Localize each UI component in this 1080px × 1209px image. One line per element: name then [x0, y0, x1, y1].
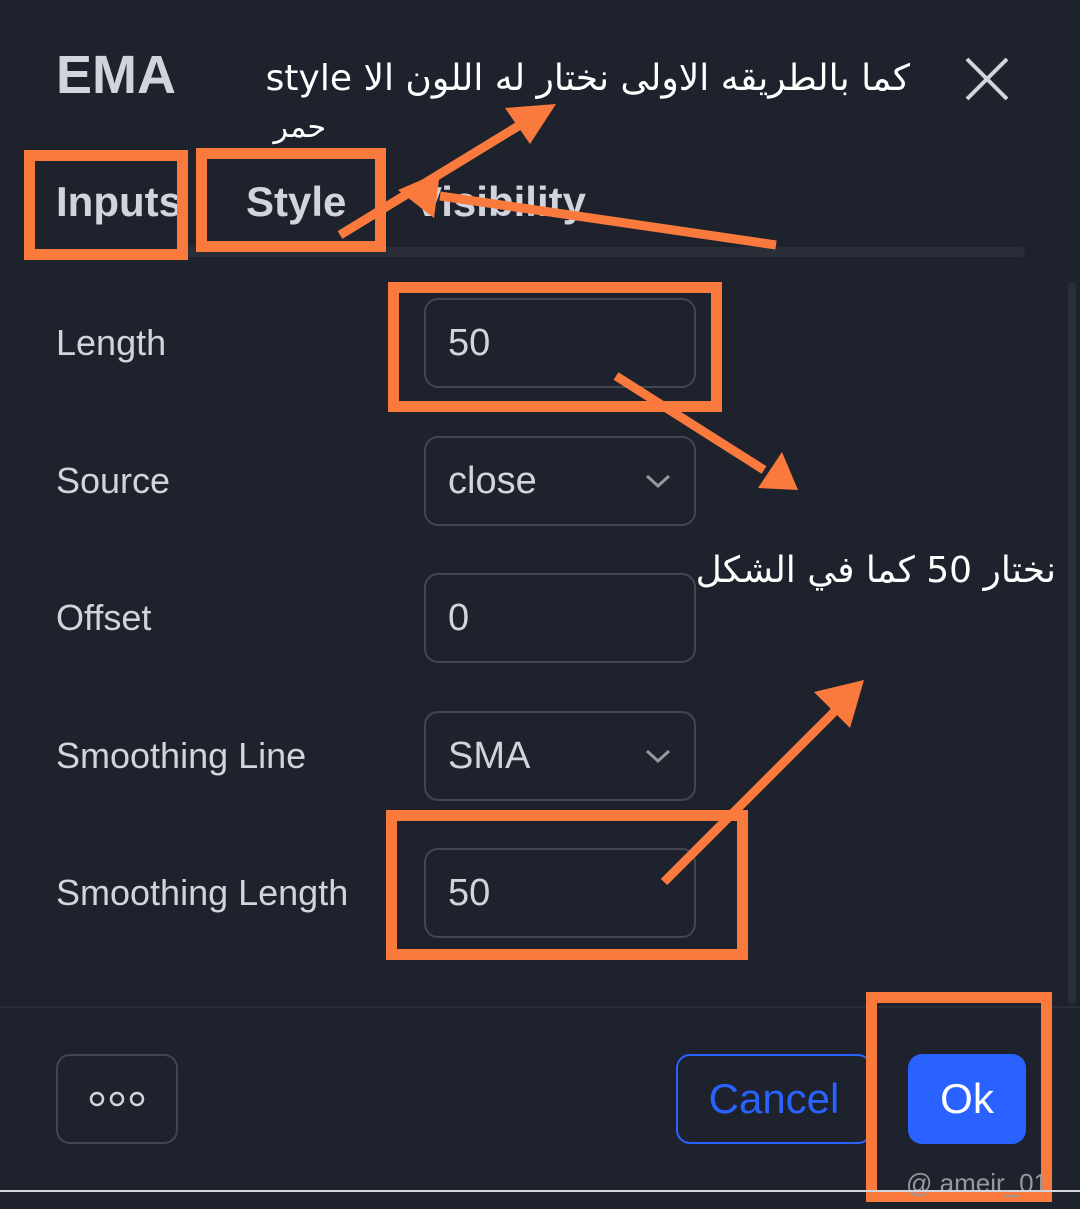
- chevron-down-icon: [645, 474, 671, 489]
- watermark-text: @ ameir_01: [906, 1168, 1049, 1198]
- smoothing-length-label: Smoothing Length: [56, 872, 349, 913]
- offset-input[interactable]: 0: [424, 573, 696, 663]
- tab-visibility[interactable]: Visibility: [414, 178, 586, 226]
- smoothing-line-select[interactable]: SMA: [424, 711, 696, 801]
- dialog-title: EMA: [56, 45, 176, 105]
- watermark: @ ameir_01: [906, 1168, 1048, 1199]
- highlight-box-inputs: [24, 150, 188, 260]
- smoothing-line-value: SMA: [448, 735, 531, 777]
- annotation-note-top: كما بالطريقه الاولى نختار له اللون الا s…: [265, 58, 910, 99]
- source-value: close: [448, 460, 537, 502]
- source-select[interactable]: close: [424, 436, 696, 526]
- annotation-note-middle: نختار 50 كما في الشكل: [695, 550, 1056, 591]
- scrollbar[interactable]: [1068, 282, 1076, 1004]
- highlight-box-length: [388, 282, 722, 412]
- annotation-note-top-cont: حمر: [273, 110, 326, 145]
- highlight-box-style: [196, 148, 386, 252]
- bottom-line: [0, 1190, 1080, 1192]
- chevron-down-icon: [645, 749, 671, 764]
- highlight-box-smoothing-length: [386, 810, 748, 960]
- more-options-button[interactable]: [56, 1054, 178, 1144]
- more-icon: [89, 1091, 145, 1107]
- close-icon[interactable]: [962, 54, 1012, 104]
- length-label: Length: [56, 322, 167, 363]
- offset-value: 0: [448, 597, 470, 639]
- smoothing-line-label: Smoothing Line: [56, 735, 307, 776]
- cancel-button[interactable]: Cancel: [676, 1054, 872, 1144]
- source-label: Source: [56, 460, 171, 501]
- offset-label: Offset: [56, 597, 152, 638]
